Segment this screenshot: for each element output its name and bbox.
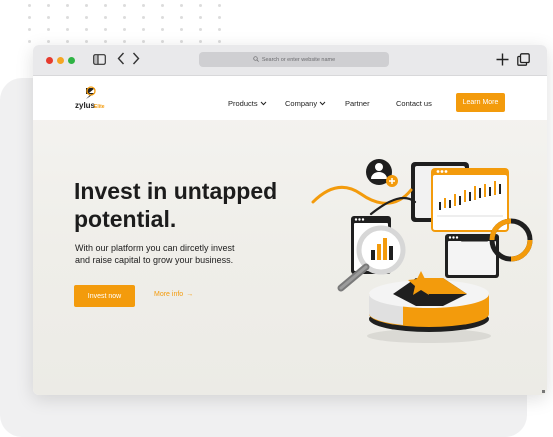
- hero-subtitle-line1: With our platform you can dircetly inves…: [75, 243, 235, 253]
- more-info-label: More info: [154, 291, 184, 298]
- dot: [104, 40, 107, 43]
- forward-icon[interactable]: [132, 52, 140, 68]
- dot: [199, 4, 202, 7]
- chevron-down-icon: [260, 99, 267, 108]
- site-logo[interactable]: zylus Elite: [73, 86, 109, 112]
- nav-item-label: Products: [228, 99, 258, 108]
- dot: [85, 16, 88, 19]
- dot: [66, 40, 69, 43]
- dot: [66, 28, 69, 31]
- dot: [180, 40, 183, 43]
- close-window-button[interactable]: [46, 57, 53, 64]
- dot: [180, 4, 183, 7]
- dot: [161, 40, 164, 43]
- web-page: zylus Elite Products Company Partner Con…: [33, 76, 547, 395]
- trend-curve: [311, 185, 413, 205]
- back-icon[interactable]: [117, 52, 125, 68]
- dot: [218, 16, 221, 19]
- scrollbar-corner: [542, 390, 545, 393]
- dot: [161, 28, 164, 31]
- dot: [47, 4, 50, 7]
- dot: [142, 40, 145, 43]
- browser-toolbar: Search or enter website name: [33, 45, 547, 76]
- nav-item-company[interactable]: Company: [285, 99, 326, 108]
- dot: [85, 4, 88, 7]
- dot: [66, 4, 69, 7]
- chevron-down-icon: [319, 99, 326, 108]
- dot: [218, 40, 221, 43]
- dot: [199, 16, 202, 19]
- dot: [104, 4, 107, 7]
- dot: [66, 16, 69, 19]
- site-header: zylus Elite Products Company Partner Con…: [33, 76, 547, 120]
- dot: [180, 16, 183, 19]
- dot: [47, 28, 50, 31]
- dot: [28, 40, 31, 43]
- nav-item-partner[interactable]: Partner: [345, 99, 370, 108]
- search-icon: [253, 55, 259, 64]
- browser-window: Search or enter website name zylus Elite…: [33, 45, 547, 395]
- dot: [104, 28, 107, 31]
- dot: [123, 28, 126, 31]
- dot: [85, 28, 88, 31]
- dot: [142, 28, 145, 31]
- nav-item-products[interactable]: Products: [228, 99, 267, 108]
- logo-text: zylus: [75, 101, 96, 110]
- learn-more-button[interactable]: Learn More: [456, 93, 505, 112]
- invest-now-button[interactable]: Invest now: [74, 285, 135, 307]
- nav-item-contact[interactable]: Contact us: [396, 99, 432, 108]
- more-info-link[interactable]: More info →: [154, 291, 193, 298]
- dot: [28, 16, 31, 19]
- dot: [28, 28, 31, 31]
- dot: [142, 16, 145, 19]
- dot: [218, 4, 221, 7]
- dot: [123, 40, 126, 43]
- hero-title-line1: Invest in untapped: [74, 178, 278, 204]
- dot: [142, 4, 145, 7]
- nav-item-label: Contact us: [396, 99, 432, 108]
- dot: [199, 40, 202, 43]
- dot: [199, 28, 202, 31]
- hero-illustration: [311, 159, 533, 343]
- dot: [28, 4, 31, 7]
- dot-grid-decoration: [28, 0, 238, 48]
- minimize-window-button[interactable]: [57, 57, 64, 64]
- dot: [85, 40, 88, 43]
- dot: [123, 4, 126, 7]
- logo-accent-text: Elite: [94, 104, 105, 110]
- nav-item-label: Company: [285, 99, 318, 108]
- dot: [104, 16, 107, 19]
- new-tab-icon[interactable]: [496, 53, 509, 69]
- dot: [180, 28, 183, 31]
- address-bar[interactable]: Search or enter website name: [199, 52, 389, 67]
- tabs-icon[interactable]: [517, 53, 530, 69]
- maximize-window-button[interactable]: [68, 57, 75, 64]
- dot: [123, 16, 126, 19]
- sidebar-icon[interactable]: [93, 53, 106, 68]
- dot: [218, 28, 221, 31]
- arrow-right-icon: →: [186, 291, 194, 298]
- hero-subtitle: With our platform you can dircetly inves…: [75, 242, 295, 266]
- nav-item-label: Partner: [345, 99, 370, 108]
- dot: [161, 4, 164, 7]
- dot: [47, 40, 50, 43]
- address-bar-placeholder: Search or enter website name: [261, 56, 336, 63]
- dot: [161, 16, 164, 19]
- hero-title-line2: potential.: [74, 206, 177, 232]
- hero-title: Invest in untapped potential.: [74, 177, 334, 233]
- dot: [47, 16, 50, 19]
- hero-subtitle-line2: and raise capital to grow your business.: [75, 255, 234, 265]
